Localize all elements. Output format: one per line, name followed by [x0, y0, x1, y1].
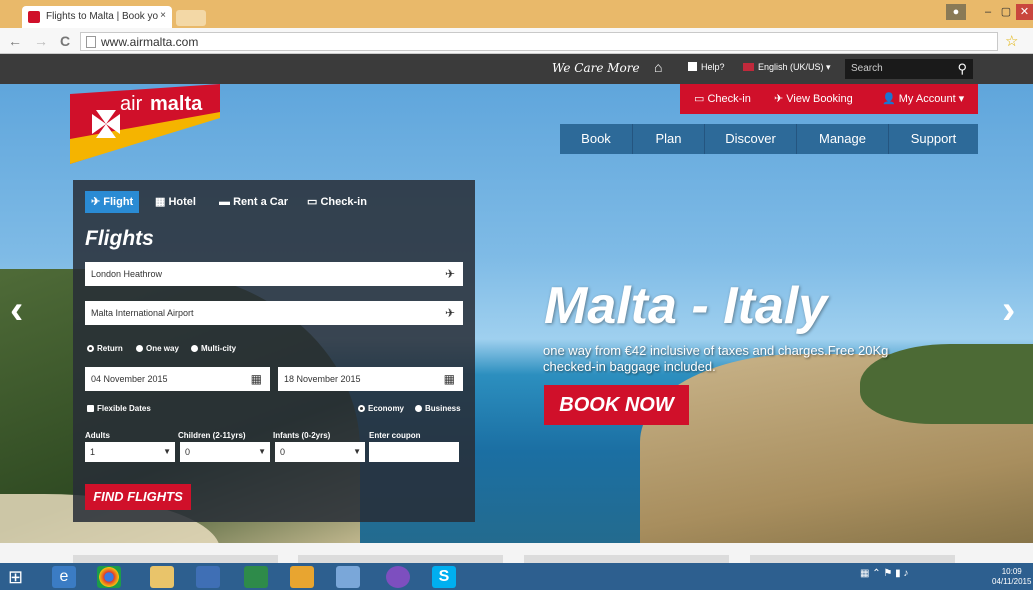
maximize-button[interactable]: ▢ [998, 4, 1014, 20]
return-date-field[interactable]: 18 November 2015 ▦ [278, 367, 463, 391]
coupon-label: Enter coupon [369, 431, 421, 440]
search-input[interactable]: Search ⚲ [845, 59, 973, 79]
internet-explorer-icon[interactable]: e [52, 566, 76, 588]
close-window-button[interactable]: ✕ [1016, 4, 1033, 20]
language-selector[interactable]: English (UK/US) ▾ [743, 62, 831, 73]
user-icon[interactable]: ● [946, 4, 966, 20]
windows-start-icon[interactable]: ⊞ [8, 566, 32, 588]
viber-icon[interactable] [386, 566, 410, 588]
system-tray[interactable]: ▦ ⌃ ⚑ ▮ ♪ [860, 568, 908, 579]
close-tab-icon[interactable]: × [160, 10, 166, 21]
page-icon [86, 36, 96, 48]
to-field[interactable]: Malta International Airport ✈ [85, 301, 463, 325]
url-text: www.airmalta.com [101, 35, 199, 49]
arrival-plane-icon: ✈ [444, 306, 455, 320]
account-bar: ▭ Check-in ✈ View Booking 👤 My Account ▾ [680, 84, 978, 114]
adults-select[interactable]: 1 ▼ [85, 442, 175, 462]
carousel-prev-icon[interactable]: ‹ [10, 288, 23, 333]
chevron-down-icon: ▼ [353, 447, 361, 456]
radio-return[interactable]: Return [87, 344, 123, 353]
forward-icon[interactable]: → [34, 32, 48, 50]
adults-label: Adults [85, 431, 110, 440]
tab-rent-a-car[interactable]: ▬ Rent a Car [213, 191, 294, 213]
coupon-input[interactable] [369, 442, 459, 462]
bookmark-star-icon[interactable]: ☆ [1005, 32, 1018, 50]
tab-checkin[interactable]: ▭ Check-in [301, 191, 373, 213]
browser-tab-strip: Flights to Malta | Book yo × ● – ▢ ✕ [0, 0, 1033, 28]
file-explorer-icon[interactable] [150, 566, 174, 588]
skype-icon[interactable]: S [432, 566, 456, 588]
address-bar-row: ← → C www.airmalta.com ☆ [0, 28, 1033, 54]
airmalta-logo[interactable]: air malta [70, 84, 225, 164]
children-select[interactable]: 0 ▼ [180, 442, 270, 462]
checkin-link[interactable]: ▭ Check-in [694, 92, 751, 105]
children-label: Children (2-11yrs) [178, 431, 246, 440]
nav-plan[interactable]: Plan [632, 124, 704, 154]
home-icon[interactable]: ⌂ [654, 59, 662, 75]
chrome-icon[interactable] [97, 566, 121, 588]
nav-support[interactable]: Support [888, 124, 978, 154]
uk-flag-icon [743, 63, 754, 71]
search-icon[interactable]: ⚲ [957, 61, 967, 77]
nav-book[interactable]: Book [560, 124, 632, 154]
chevron-down-icon: ▼ [163, 447, 171, 456]
radio-one-way[interactable]: One way [136, 344, 179, 353]
system-clock[interactable]: 10:09 04/11/2015 [992, 567, 1031, 587]
booking-title: Flights [85, 227, 154, 250]
word-icon[interactable] [196, 566, 220, 588]
nav-discover[interactable]: Discover [704, 124, 796, 154]
departure-plane-icon: ✈ [444, 267, 455, 281]
calendar-icon[interactable]: ▦ [251, 367, 262, 391]
depart-date-field[interactable]: 04 November 2015 ▦ [85, 367, 270, 391]
promo-card[interactable] [73, 555, 278, 563]
tagline: We Care More [552, 61, 640, 75]
nav-manage[interactable]: Manage [796, 124, 888, 154]
from-field[interactable]: London Heathrow ✈ [85, 262, 463, 286]
book-now-button[interactable]: BOOK NOW [544, 385, 689, 425]
flexible-dates-checkbox[interactable]: Flexible Dates [87, 404, 151, 413]
outlook-icon[interactable] [290, 566, 314, 588]
top-utility-bar: We Care More ⌂ Help? English (UK/US) ▾ S… [0, 54, 1033, 84]
minimize-button[interactable]: – [980, 4, 996, 20]
tab-title: Flights to Malta | Book yo [46, 11, 159, 22]
url-field[interactable]: www.airmalta.com [80, 32, 998, 51]
calendar-icon[interactable]: ▦ [444, 367, 455, 391]
tab-hotel[interactable]: ▦ Hotel [149, 191, 202, 213]
new-tab-button[interactable] [176, 10, 206, 26]
excel-icon[interactable] [244, 566, 268, 588]
chevron-down-icon: ▼ [258, 447, 266, 456]
tab-flight[interactable]: ✈ Flight [85, 191, 140, 213]
radio-business[interactable]: Business [415, 404, 461, 413]
logo-text-air: air [120, 93, 143, 115]
radio-economy[interactable]: Economy [358, 404, 404, 413]
favicon-icon [28, 11, 40, 23]
reload-icon[interactable]: C [60, 32, 70, 50]
back-icon[interactable]: ← [8, 32, 22, 50]
hero-title: Malta - Italy [544, 277, 828, 335]
infants-select[interactable]: 0 ▼ [275, 442, 365, 462]
view-booking-link[interactable]: ✈ View Booking [774, 92, 853, 105]
my-account-link[interactable]: 👤 My Account ▾ [882, 92, 964, 105]
find-flights-button[interactable]: FIND FLIGHTS [85, 484, 191, 510]
infants-label: Infants (0-2yrs) [273, 431, 331, 440]
webpage: We Care More ⌂ Help? English (UK/US) ▾ S… [0, 54, 1033, 563]
main-navigation: Book Plan Discover Manage Support [560, 124, 978, 154]
radio-multi-city[interactable]: Multi-city [191, 344, 236, 353]
booking-panel: ✈ Flight ▦ Hotel ▬ Rent a Car ▭ Check-in… [73, 180, 475, 522]
help-link[interactable]: Help? [688, 62, 725, 72]
browser-tab[interactable]: Flights to Malta | Book yo × [22, 6, 172, 28]
promo-card[interactable] [298, 555, 503, 563]
calculator-icon[interactable] [336, 566, 360, 588]
hero-subtitle: one way from €42 inclusive of taxes and … [543, 343, 889, 374]
promo-card[interactable] [524, 555, 729, 563]
promo-card[interactable] [750, 555, 955, 563]
logo-text-malta: malta [150, 93, 203, 115]
windows-taskbar: ⊞ e S ▦ ⌃ ⚑ ▮ ♪ 10:09 04/11/2015 [0, 563, 1033, 590]
carousel-next-icon[interactable]: › [1002, 288, 1015, 333]
help-icon [688, 62, 697, 71]
